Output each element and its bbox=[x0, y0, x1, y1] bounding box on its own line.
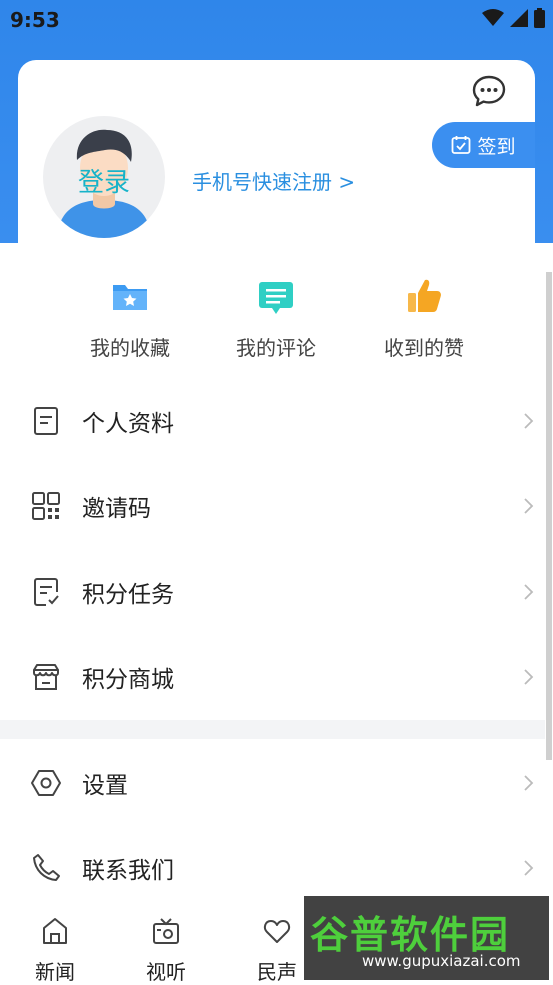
quick-action-comments[interactable]: 我的评论 bbox=[206, 270, 346, 361]
watermark: 谷普软件园 www.gupuxiazai.com bbox=[304, 896, 549, 980]
battery-icon bbox=[534, 8, 545, 28]
quick-actions: 我的收藏 我的评论 收到的赞 bbox=[0, 270, 553, 370]
comment-icon bbox=[259, 282, 293, 314]
section-divider bbox=[0, 720, 545, 739]
menu-item-label: 个人资料 bbox=[82, 410, 174, 437]
checkin-button[interactable]: 签到 bbox=[432, 122, 535, 168]
status-bar: 9:53 bbox=[0, 0, 553, 38]
quick-action-label: 收到的赞 bbox=[384, 336, 464, 360]
home-icon bbox=[43, 918, 67, 944]
quick-action-label: 我的评论 bbox=[236, 336, 316, 360]
quick-register-link[interactable]: 手机号快速注册 > bbox=[192, 166, 355, 195]
folder-star-icon bbox=[113, 285, 147, 310]
menu-item-label: 邀请码 bbox=[82, 496, 151, 523]
chevron-right-icon bbox=[524, 775, 534, 791]
login-button[interactable]: 登录 bbox=[43, 162, 165, 199]
avatar[interactable]: 登录 bbox=[43, 116, 165, 238]
menu-item-points-tasks[interactable]: 积分任务 bbox=[0, 549, 545, 635]
chevron-right-icon bbox=[524, 860, 534, 876]
checkin-label: 签到 bbox=[477, 135, 516, 158]
quick-action-label: 我的收藏 bbox=[90, 336, 170, 360]
watermark-url: www.gupuxiazai.com bbox=[362, 952, 521, 970]
tab-label: 新闻 bbox=[35, 960, 75, 984]
qr-code-icon bbox=[32, 492, 60, 521]
status-icons bbox=[482, 8, 545, 28]
menu-item-label: 积分商城 bbox=[82, 667, 174, 694]
chevron-right-icon bbox=[524, 413, 534, 429]
status-time: 9:53 bbox=[10, 8, 60, 32]
menu-item-label: 设置 bbox=[82, 772, 128, 799]
message-icon[interactable] bbox=[472, 74, 506, 108]
calendar-check-icon bbox=[452, 136, 471, 154]
menu-item-profile[interactable]: 个人资料 bbox=[0, 378, 545, 464]
watermark-title: 谷普软件园 bbox=[310, 913, 511, 957]
chevron-right-icon bbox=[524, 584, 534, 600]
tab-label: 视听 bbox=[146, 960, 186, 984]
tab-voices[interactable]: 民声 bbox=[242, 900, 312, 985]
settings-hex-icon bbox=[31, 769, 61, 796]
tab-media[interactable]: 视听 bbox=[131, 900, 201, 985]
menu-list-secondary: 设置 联系我们 bbox=[0, 740, 545, 911]
quick-action-likes[interactable]: 收到的赞 bbox=[354, 270, 494, 361]
store-icon bbox=[33, 664, 59, 691]
menu-item-invite-code[interactable]: 邀请码 bbox=[0, 464, 545, 550]
profile-card: 签到 登录 手机号快速注册 > bbox=[18, 60, 535, 280]
heart-icon bbox=[263, 920, 291, 943]
scrollbar[interactable] bbox=[546, 272, 552, 760]
tab-news[interactable]: 新闻 bbox=[20, 900, 90, 985]
chevron-right-icon bbox=[524, 669, 534, 685]
chevron-right-icon bbox=[524, 498, 534, 514]
phone-icon bbox=[33, 854, 60, 882]
menu-item-label: 积分任务 bbox=[82, 581, 174, 608]
menu-item-label: 联系我们 bbox=[82, 858, 174, 885]
signal-icon bbox=[510, 9, 528, 27]
wifi-icon bbox=[482, 9, 504, 26]
menu-list: 个人资料 邀请码 积分任务 积分商城 bbox=[0, 378, 545, 720]
tab-label: 民声 bbox=[257, 960, 297, 984]
menu-item-settings[interactable]: 设置 bbox=[0, 740, 545, 826]
profile-doc-icon bbox=[34, 406, 58, 435]
menu-item-points-mall[interactable]: 积分商城 bbox=[0, 635, 545, 721]
thumbs-up-icon bbox=[408, 279, 441, 312]
quick-action-favorites[interactable]: 我的收藏 bbox=[60, 270, 200, 361]
task-check-icon bbox=[34, 577, 59, 606]
tv-icon bbox=[153, 918, 179, 944]
